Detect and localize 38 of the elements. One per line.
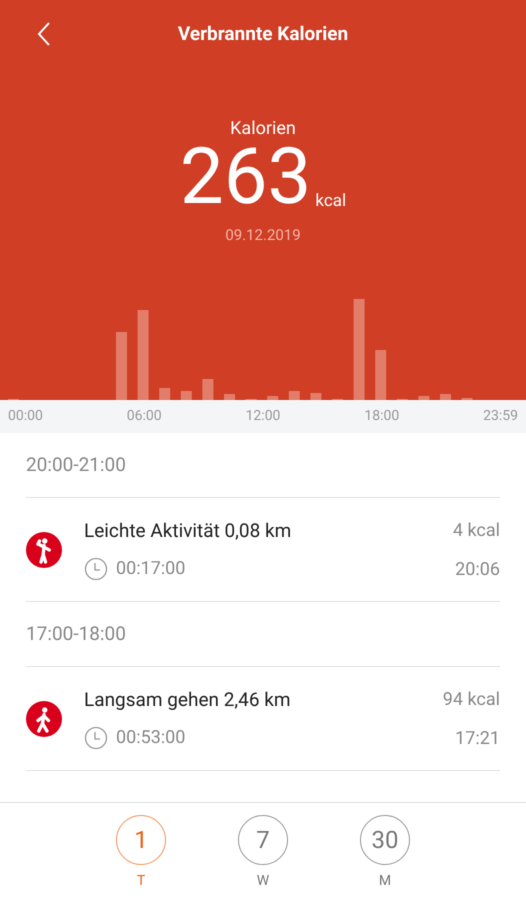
activity-row[interactable]: Langsam gehen 2,46 km 00:53:00 94 kcal 17:21 [26, 667, 500, 771]
activity-duration: 00:17:00 [116, 557, 186, 582]
axis-label: 23:59 [483, 407, 518, 426]
activity-title: Langsam gehen 2,46 km [84, 686, 292, 713]
calories-value: 263 [180, 138, 312, 218]
chart-bar [310, 393, 322, 400]
chart-bar [267, 396, 278, 400]
activity-time: 20:06 [455, 558, 500, 582]
time-range-header: 20:00-21:00 [26, 452, 126, 478]
axis-label: 00:00 [8, 407, 43, 426]
axis-label: 12:00 [246, 407, 280, 426]
clock-icon [84, 726, 108, 750]
activity-calories: 94 kcal [442, 688, 500, 712]
activity-time: 17:21 [455, 726, 500, 750]
chart-bar [202, 379, 214, 400]
activity-calories: 4 kcal [452, 518, 500, 542]
activity-row[interactable]: Leichte Aktivität 0,08 km 00:17:00 4 kcal 20:06 [26, 498, 500, 602]
activity-icon [26, 700, 62, 736]
chart-bar [116, 332, 127, 400]
page-title: Verbrannte Kalorien [178, 20, 348, 47]
back-icon[interactable] [36, 21, 52, 47]
calories-unit: kcal [315, 190, 346, 212]
axis-label: 18:00 [364, 407, 400, 426]
chart-bar [224, 394, 235, 400]
date-label: 09.12.2019 [225, 225, 301, 246]
activity-duration: 00:53:00 [116, 726, 186, 750]
clock-icon [84, 556, 108, 581]
chart-bar [159, 388, 170, 400]
chart-bar [288, 391, 300, 400]
calories-label: Kalorien [230, 117, 296, 141]
chart-bar [180, 391, 192, 400]
activity-icon [26, 532, 62, 568]
chart-bar [375, 350, 386, 400]
chart-bar [440, 394, 451, 400]
time-range-header: 17:00-18:00 [26, 620, 126, 647]
chart-bar [418, 396, 430, 400]
activity-title: Leichte Aktivität 0,08 km [84, 518, 292, 544]
axis-label: 06:00 [126, 407, 162, 426]
